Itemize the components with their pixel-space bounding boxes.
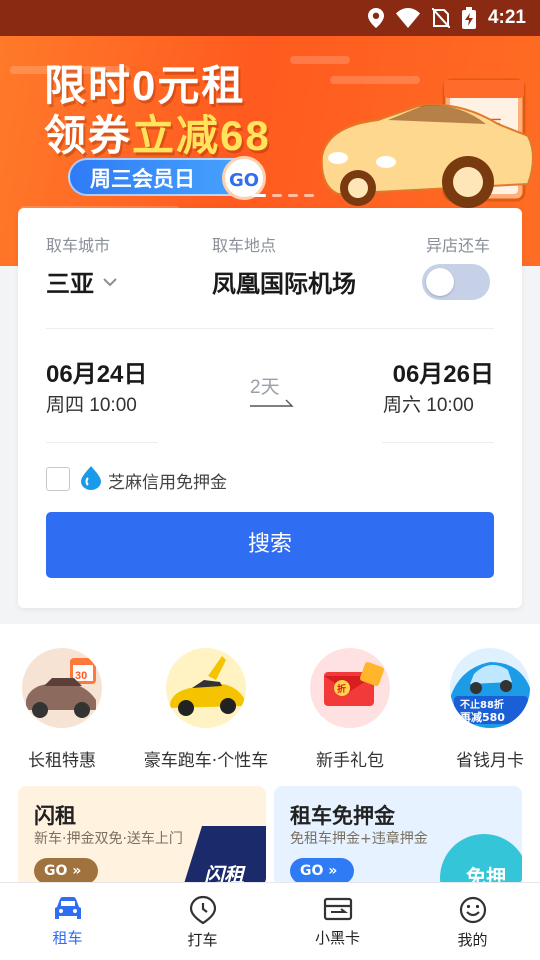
return-diff-toggle[interactable] <box>422 264 490 300</box>
category-newbie-gift[interactable]: 折 新手礼包 <box>280 648 420 771</box>
rental-duration: 2天 <box>250 377 280 398</box>
calendar-badge-text: 30 <box>75 670 87 682</box>
monthly-badge-line2: 再减580 <box>460 710 505 724</box>
nav-rent-car[interactable]: 租车 <box>0 883 135 960</box>
status-bar: 4:21 <box>0 0 540 36</box>
category-row: 30 长租特惠 豪车跑车·个性车 折 新手礼包 不止88折 再减580 省钱月卡 <box>0 624 540 780</box>
promo-go-button[interactable]: GO » <box>34 858 98 884</box>
smile-icon <box>459 896 486 924</box>
banner-subheadline: 领券立减68 <box>44 112 271 159</box>
category-label: 新手礼包 <box>316 751 384 771</box>
nav-label: 我的 <box>457 931 488 949</box>
location-pin-icon <box>189 895 216 925</box>
nav-mine[interactable]: 我的 <box>405 883 540 960</box>
carousel-indicator <box>252 194 314 197</box>
nav-label: 打车 <box>187 931 218 949</box>
category-label: 省钱月卡 <box>456 751 524 771</box>
bottom-nav: 租车 打车 小黑卡 我的 <box>0 882 540 960</box>
category-monthly-card[interactable]: 不止88折 再减580 省钱月卡 <box>420 648 540 771</box>
search-button[interactable]: 搜索 <box>46 512 494 578</box>
deposit-free-tag: 免押 <box>440 834 522 886</box>
promo-deposit-free[interactable]: 租车免押金 免租车押金+违章押金 GO » 免押 <box>274 786 522 886</box>
promo-flash-rent[interactable]: 闪租 新车·押金双免·送车上门 GO » 闪租 <box>18 786 266 886</box>
monthly-card-icon: 不止88折 再减580 <box>450 648 530 728</box>
category-label: 长租特惠 <box>28 751 96 771</box>
monthly-badge-line1: 不止88折 <box>460 698 504 711</box>
nav-taxi[interactable]: 打车 <box>135 883 270 960</box>
promo-subtitle: 新车·押金双免·送车上门 <box>34 831 183 847</box>
pickup-location[interactable]: 凤凰国际机场 <box>212 264 356 299</box>
promo-subtitle: 免租车押金+违章押金 <box>290 831 428 847</box>
city-value: 三亚 <box>46 270 94 298</box>
battery-charging-icon <box>461 7 476 29</box>
red-envelope-icon: 折 <box>310 648 390 728</box>
promo-go-button[interactable]: GO » <box>290 858 354 884</box>
card-icon <box>323 897 352 921</box>
sesame-credit-icon <box>81 466 101 490</box>
nav-black-card[interactable]: 小黑卡 <box>270 883 405 960</box>
category-label: 豪车跑车·个性车 <box>143 751 269 771</box>
pickup-time[interactable]: 周四 10:00 <box>46 390 137 417</box>
car-icon <box>54 897 81 919</box>
category-sports-car[interactable]: 豪车跑车·个性车 <box>136 648 276 771</box>
clock: 4:21 <box>487 7 526 28</box>
booking-card: 取车城市 三亚 取车地点 凤凰国际机场 异店还车 06月24日 周四 10:00… <box>18 208 522 608</box>
sports-car-illustration: WED周三 <box>320 78 534 208</box>
location-label: 取车地点 <box>212 236 277 255</box>
return-time[interactable]: 周六 10:00 <box>383 390 474 417</box>
arrow-right-icon <box>250 399 294 407</box>
location-icon <box>367 8 384 28</box>
sesame-credit-checkbox[interactable] <box>46 467 70 491</box>
no-sim-icon <box>431 8 450 28</box>
suv-calendar-icon: 30 <box>22 648 102 728</box>
wifi-icon <box>395 8 420 28</box>
flash-rent-tag: 闪租 <box>183 826 266 886</box>
promo-title: 租车免押金 <box>290 804 395 828</box>
nav-label: 小黑卡 <box>314 929 360 947</box>
sesame-credit-label: 芝麻信用免押金 <box>108 473 227 493</box>
category-long-term[interactable]: 30 长租特惠 <box>0 648 132 771</box>
envelope-badge-text: 折 <box>337 683 346 695</box>
sports-car-icon <box>166 648 246 728</box>
pickup-date[interactable]: 06月24日 <box>46 354 147 389</box>
city-selector[interactable]: 三亚 <box>46 264 118 299</box>
nav-label: 租车 <box>52 929 83 947</box>
city-label: 取车城市 <box>46 236 111 255</box>
chevron-down-icon <box>103 277 117 286</box>
return-diff-label: 异店还车 <box>425 236 490 255</box>
promo-cards: 闪租 新车·押金双免·送车上门 GO » 闪租 租车免押金 免租车押金+违章押金… <box>0 780 540 886</box>
promo-title: 闪租 <box>34 804 76 828</box>
return-date[interactable]: 06月26日 <box>393 354 494 389</box>
